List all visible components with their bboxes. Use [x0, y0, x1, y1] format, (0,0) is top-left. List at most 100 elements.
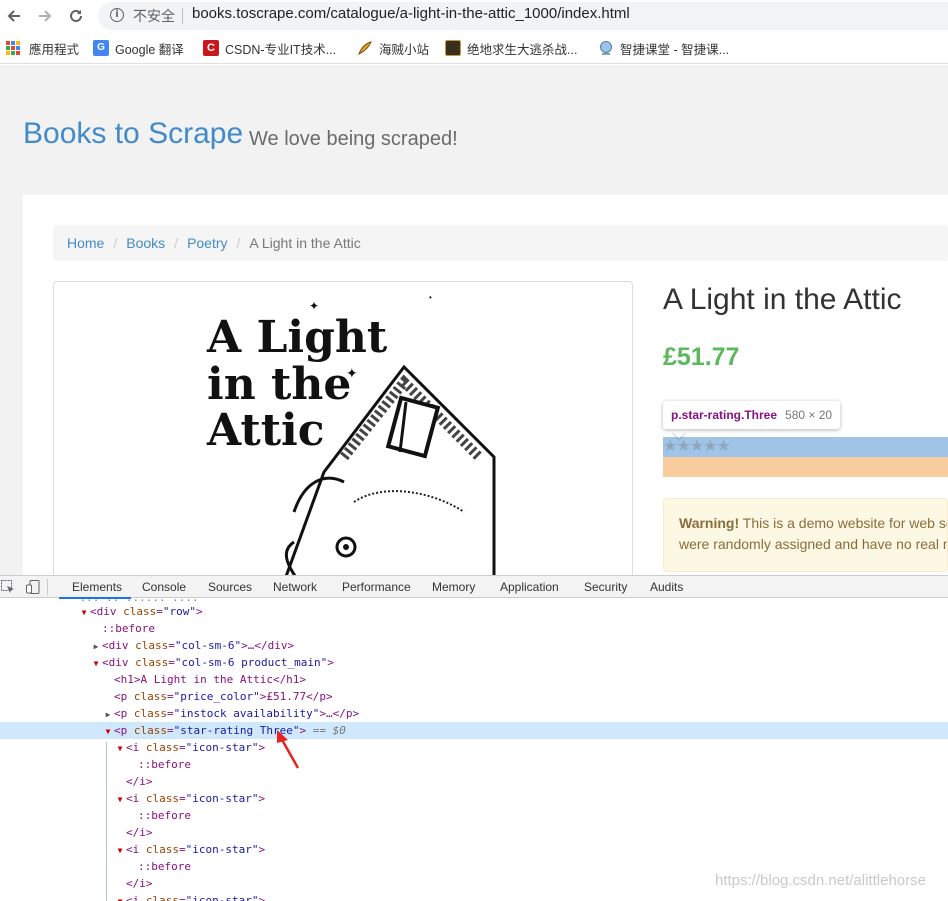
- dom-line-icon-star[interactable]: ▼ <i class="icon-star">: [0, 739, 948, 756]
- product-price: £51.77: [663, 343, 740, 371]
- collapse-triangle-icon[interactable]: ▼: [114, 740, 126, 757]
- collapse-triangle-icon[interactable]: ▼: [114, 791, 126, 808]
- tree-indent-guide: [106, 742, 107, 901]
- watermark: https://blog.csdn.net/alittlehorse: [715, 872, 926, 889]
- feather-icon: [357, 40, 373, 56]
- tab-network[interactable]: Network: [273, 580, 317, 594]
- breadcrumb-poetry[interactable]: Poetry: [187, 235, 227, 251]
- bookmark-google-translate[interactable]: G Google 翻译: [93, 40, 184, 57]
- info-icon[interactable]: i: [110, 8, 124, 22]
- tooltip-selector: p.star-rating.Three: [671, 408, 778, 422]
- bookmark-apps[interactable]: 應用程式: [6, 40, 80, 57]
- warning-text-line2: were randomly assigned and have no real …: [679, 536, 948, 552]
- collapse-triangle-icon[interactable]: ▼: [102, 723, 114, 740]
- breadcrumb-home[interactable]: Home: [67, 235, 104, 251]
- url-text[interactable]: books.toscrape.com/catalogue/a-light-in-…: [192, 5, 630, 22]
- back-arrow-icon: [7, 10, 20, 22]
- bookmarks-bar: 應用程式 G Google 翻译 C CSDN-专业IT技术... 海贼小站 绝…: [0, 32, 948, 64]
- cover-title-line2: in the: [207, 359, 351, 410]
- dom-line-product-main[interactable]: ▼ <div class="col-sm-6 product_main">: [0, 654, 948, 671]
- security-status: 不安全: [133, 8, 175, 24]
- tab-audits[interactable]: Audits: [650, 580, 683, 594]
- dom-line-icon-star[interactable]: ▼ <i class="icon-star">: [0, 790, 948, 807]
- tab-application[interactable]: Application: [500, 580, 559, 594]
- dom-line-availability[interactable]: ▶ <p class="instock availability">…</p>: [0, 705, 948, 722]
- collapse-triangle-icon[interactable]: ▼: [78, 604, 90, 621]
- address-divider: [182, 8, 183, 24]
- inspect-element-button[interactable]: [0, 579, 16, 595]
- bookmark-label: 應用程式: [29, 42, 80, 57]
- product-title: A Light in the Attic: [663, 283, 902, 316]
- browser-toolbar: i 不安全 books.toscrape.com/catalogue/a-lig…: [0, 0, 948, 32]
- breadcrumb-separator: /: [236, 235, 241, 251]
- devtools-tabbar: Elements Console Sources Network Perform…: [0, 575, 948, 599]
- bookmark-zhijie[interactable]: 智捷课堂 - 智捷课...: [598, 40, 730, 57]
- book-cover: A Light in the Attic ✦ ✦ •: [53, 281, 633, 575]
- book-cover-illustration: A Light in the Attic ✦ ✦ •: [206, 293, 496, 575]
- tab-memory[interactable]: Memory: [432, 580, 475, 594]
- dom-line-row[interactable]: ▼ <div class="row">: [0, 603, 948, 620]
- expand-triangle-icon[interactable]: ▶: [102, 706, 114, 723]
- dom-line-close-i[interactable]: </i>: [0, 824, 948, 841]
- cover-title-line1: A Light: [206, 312, 388, 363]
- svg-text:✦: ✦: [309, 299, 319, 313]
- dom-line-icon-star[interactable]: ▼ <i class="icon-star">: [0, 841, 948, 858]
- collapse-triangle-icon[interactable]: ▼: [114, 893, 126, 901]
- globe-icon: [598, 40, 614, 56]
- expand-triangle-icon[interactable]: ▶: [90, 638, 102, 655]
- inspect-cursor-icon: [1, 580, 14, 593]
- collapse-triangle-icon[interactable]: ▼: [90, 655, 102, 672]
- breadcrumb-separator: /: [174, 235, 179, 251]
- site-tagline: We love being scraped!: [249, 128, 458, 150]
- web-page: Books to Scrape We love being scraped! H…: [0, 65, 948, 575]
- device-toolbar-button[interactable]: [25, 579, 41, 595]
- cover-title-line3: Attic: [206, 405, 325, 456]
- breadcrumb-current: A Light in the Attic: [249, 235, 361, 251]
- dom-line-col-sm-6[interactable]: ▶ <div class="col-sm-6">…</div>: [0, 637, 948, 654]
- page-content: Home / Books / Poetry / A Light in the A…: [23, 195, 948, 575]
- warning-label: Warning!: [679, 515, 740, 531]
- bookmark-label: 智捷课堂 - 智捷课...: [620, 42, 730, 57]
- inspect-highlight-margin: [663, 457, 948, 477]
- apps-grid-icon: [6, 41, 20, 55]
- dom-line-before[interactable]: ::before: [0, 807, 948, 824]
- dom-line-before[interactable]: ::before: [0, 620, 948, 637]
- bookmark-csdn[interactable]: C CSDN-专业IT技术...: [203, 40, 337, 57]
- collapse-triangle-icon[interactable]: ▼: [114, 842, 126, 859]
- bookmark-haizei[interactable]: 海贼小站: [357, 40, 430, 57]
- bookmark-label: CSDN-专业IT技术...: [225, 42, 337, 57]
- tab-performance[interactable]: Performance: [342, 580, 411, 594]
- svg-text:✦: ✦: [346, 365, 358, 381]
- bookmark-pubg[interactable]: 绝地求生大逃杀战...: [445, 40, 577, 57]
- tab-elements[interactable]: Elements: [72, 580, 122, 594]
- tab-console[interactable]: Console: [142, 580, 186, 594]
- breadcrumb-books[interactable]: Books: [126, 235, 165, 251]
- dom-line-star-rating-selected[interactable]: ▼ <p class="star-rating Three"> == $0: [0, 722, 948, 739]
- dom-line-close-i[interactable]: </i>: [0, 773, 948, 790]
- site-title-link[interactable]: Books to Scrape: [23, 117, 243, 151]
- star-rating: ★★★★★: [663, 438, 731, 455]
- device-icon: [26, 580, 40, 594]
- game-icon: [445, 40, 461, 56]
- bookmark-label: Google 翻译: [115, 42, 184, 57]
- reload-button[interactable]: [64, 4, 88, 28]
- google-translate-icon: G: [93, 40, 109, 56]
- dom-line-icon-star-partial[interactable]: ▼<i class="icon-star">: [0, 892, 948, 901]
- devtools-panel: Elements Console Sources Network Perform…: [0, 575, 948, 901]
- back-button[interactable]: [2, 4, 26, 28]
- tooltip-dimensions: 580 × 20: [785, 408, 833, 422]
- forward-button[interactable]: [33, 4, 57, 28]
- bookmark-label: 海贼小站: [379, 42, 430, 57]
- tab-sources[interactable]: Sources: [208, 580, 252, 594]
- tab-security[interactable]: Security: [584, 580, 627, 594]
- breadcrumb: Home / Books / Poetry / A Light in the A…: [53, 225, 948, 261]
- dom-line-h1[interactable]: <h1>A Light in the Attic</h1>: [0, 671, 948, 688]
- reload-icon: [70, 9, 82, 22]
- svg-text:•: •: [429, 293, 432, 302]
- dom-line-before[interactable]: ::before: [0, 756, 948, 773]
- red-annotation-arrow-icon: [277, 730, 300, 769]
- dom-line-price[interactable]: <p class="price_color">£51.77</p>: [0, 688, 948, 705]
- toolbar-separator: [47, 579, 48, 595]
- breadcrumb-separator: /: [113, 235, 118, 251]
- warning-alert: Warning! This is a demo website for web …: [663, 498, 948, 572]
